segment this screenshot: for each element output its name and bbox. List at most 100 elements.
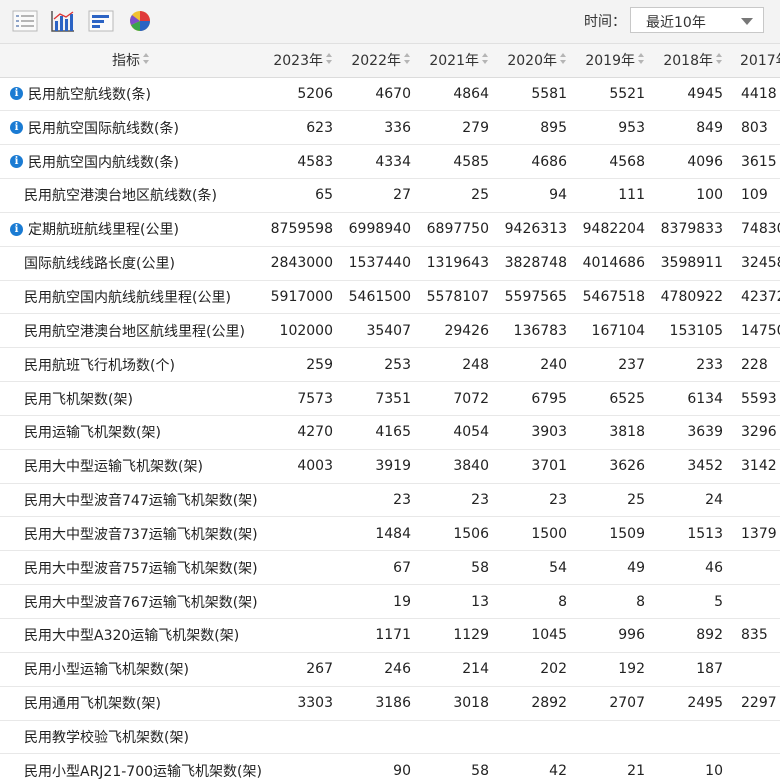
indicator-cell: i 定期航班航线里程(公里) [0, 212, 262, 246]
value-cell: 100 [696, 187, 723, 204]
value-cell: 3296 [741, 424, 777, 441]
indicator-cell-content: 民用教学校验飞机架数(架) [0, 727, 262, 747]
value-cell: 895 [540, 119, 567, 136]
value-cell: 228 [741, 356, 768, 373]
table-row: 民用大中型波音737运输飞机架数(架) 1484 1506 1500 1509 1513 1… [0, 517, 780, 551]
value-cell: 187 [696, 661, 723, 678]
sort-icon[interactable] [716, 53, 723, 66]
value-cell [262, 619, 341, 653]
indicator-label: 民用大中型A320运输飞机架数(架) [24, 628, 240, 645]
value-cell [262, 517, 341, 551]
table-row: 民用小型运输飞机架数(架) 267 246 214 202 192 187 [0, 652, 780, 687]
value-cell: 3615 [741, 153, 777, 170]
value-cell: 8 [558, 593, 567, 610]
value-cell: 6525 [609, 390, 645, 407]
value-cell: 4418 [741, 85, 777, 102]
info-icon[interactable]: i [10, 155, 23, 169]
bar-chart-icon[interactable] [50, 9, 76, 33]
chevron-down-icon[interactable] [741, 18, 753, 25]
value-cell: 3828748 [504, 255, 567, 272]
value-cell: 202 [540, 661, 567, 678]
sort-icon[interactable] [638, 53, 645, 66]
indicator-label: 民用飞机架数(架) [24, 391, 133, 408]
time-label: 时间： [584, 14, 626, 30]
value-cell: 147500 [741, 322, 780, 339]
value-cell: 5578107 [426, 288, 489, 305]
value-cell: 9482204 [582, 221, 645, 238]
column-header-2020[interactable]: 2020年 [497, 44, 575, 78]
value-cell: 7573 [297, 390, 333, 407]
indicator-label: 国际航线线路长度(公里) [24, 256, 175, 273]
indicator-label: 民用大中型波音767运输飞机架数(架) [24, 594, 258, 611]
sort-icon[interactable] [326, 53, 333, 66]
value-cell: 2297 [741, 695, 777, 712]
table-row: 民用运输飞机架数(架) 4270 4165 4054 3903 3818 3639 3296 [0, 415, 780, 450]
sort-icon[interactable] [404, 53, 411, 66]
horizontal-bar-icon[interactable] [88, 9, 114, 33]
indicator-label: 民用航空港澳台地区航线数(条) [24, 188, 217, 205]
indicator-cell-content: 民用运输飞机架数(架) [0, 422, 262, 442]
indicator-cell: 民用航空港澳台地区航线数(条) [0, 179, 262, 213]
value-cell: 4096 [687, 153, 723, 170]
value-cell: 8379833 [660, 221, 723, 238]
value-cell: 1506 [453, 525, 489, 542]
indicator-cell-content: i 民用航空国际航线数(条) [0, 118, 262, 138]
indicator-label: 民用大中型波音747运输飞机架数(架) [24, 493, 258, 510]
indicator-cell: 民用飞机架数(架) [0, 382, 262, 416]
value-cell: 3626 [609, 458, 645, 475]
value-cell: 4945 [687, 85, 723, 102]
data-table: 指标 2023年 2022年 2021年 2020年 2019年 2018年 2… [0, 44, 780, 783]
value-cell: 6998940 [348, 221, 411, 238]
value-cell: 996 [618, 627, 645, 644]
info-icon[interactable]: i [10, 87, 23, 101]
info-icon[interactable]: i [10, 222, 23, 236]
column-header-2018[interactable]: 2018年 [653, 44, 731, 78]
column-header-2019[interactable]: 2019年 [575, 44, 653, 78]
value-cell: 7072 [453, 390, 489, 407]
column-header-indicator[interactable]: 指标 [0, 44, 262, 78]
value-cell: 23 [549, 492, 567, 509]
value-cell: 849 [696, 119, 723, 136]
value-cell: 5581 [531, 85, 567, 102]
value-cell: 58 [471, 762, 489, 779]
column-header-2017[interactable]: 2017年 [731, 44, 780, 78]
value-cell: 49 [627, 559, 645, 576]
column-header-2022[interactable]: 2022年 [341, 44, 419, 78]
sort-icon[interactable] [143, 53, 150, 66]
value-cell: 3840 [453, 458, 489, 475]
table-row: 民用大中型波音767运输飞机架数(架) 19 13 8 8 5 [0, 585, 780, 619]
value-cell [653, 720, 731, 754]
value-cell: 4583 [297, 153, 333, 170]
value-cell: 3018 [453, 695, 489, 712]
indicator-label: 民用航空国际航线数(条) [28, 120, 179, 137]
value-cell: 4585 [453, 153, 489, 170]
column-header-2021[interactable]: 2021年 [419, 44, 497, 78]
table-row: 民用航空港澳台地区航线里程(公里) 102000 35407 29426 136783 1… [0, 314, 780, 348]
value-cell: 4014686 [582, 255, 645, 272]
column-header-label: 2017年 [740, 53, 780, 70]
info-icon[interactable]: i [10, 121, 23, 135]
indicator-cell: 民用小型ARJ21-700运输飞机架数(架) [0, 754, 262, 783]
column-header-2023[interactable]: 2023年 [262, 44, 341, 78]
value-cell: 27 [393, 187, 411, 204]
time-range-select[interactable]: 最近10年 [630, 7, 764, 33]
value-cell: 67 [393, 559, 411, 576]
sort-icon[interactable] [482, 53, 489, 66]
value-cell: 5597565 [504, 288, 567, 305]
indicator-cell: 民用大中型波音747运输飞机架数(架) [0, 483, 262, 517]
value-cell: 1500 [531, 525, 567, 542]
value-cell: 279 [462, 119, 489, 136]
table-row: 民用航空国内航线航线里程(公里) 5917000 5461500 5578107 559… [0, 280, 780, 314]
table-row: i 民用航空国际航线数(条) 623 336 279 895 953 849 803 [0, 111, 780, 145]
value-cell: 102000 [279, 322, 333, 339]
value-cell: 3598911 [660, 255, 723, 272]
value-cell: 13 [471, 593, 489, 610]
pie-chart-icon[interactable] [127, 9, 153, 33]
value-cell [731, 483, 780, 517]
value-cell [419, 720, 497, 754]
table-row: i 民用航空航线数(条) 5206 4670 4864 5581 5521 4945 4418 [0, 77, 780, 111]
list-view-icon[interactable] [12, 9, 38, 33]
sort-icon[interactable] [560, 53, 567, 66]
indicator-label: 定期航班航线里程(公里) [28, 222, 179, 239]
indicator-cell: 民用大中型波音767运输飞机架数(架) [0, 585, 262, 619]
